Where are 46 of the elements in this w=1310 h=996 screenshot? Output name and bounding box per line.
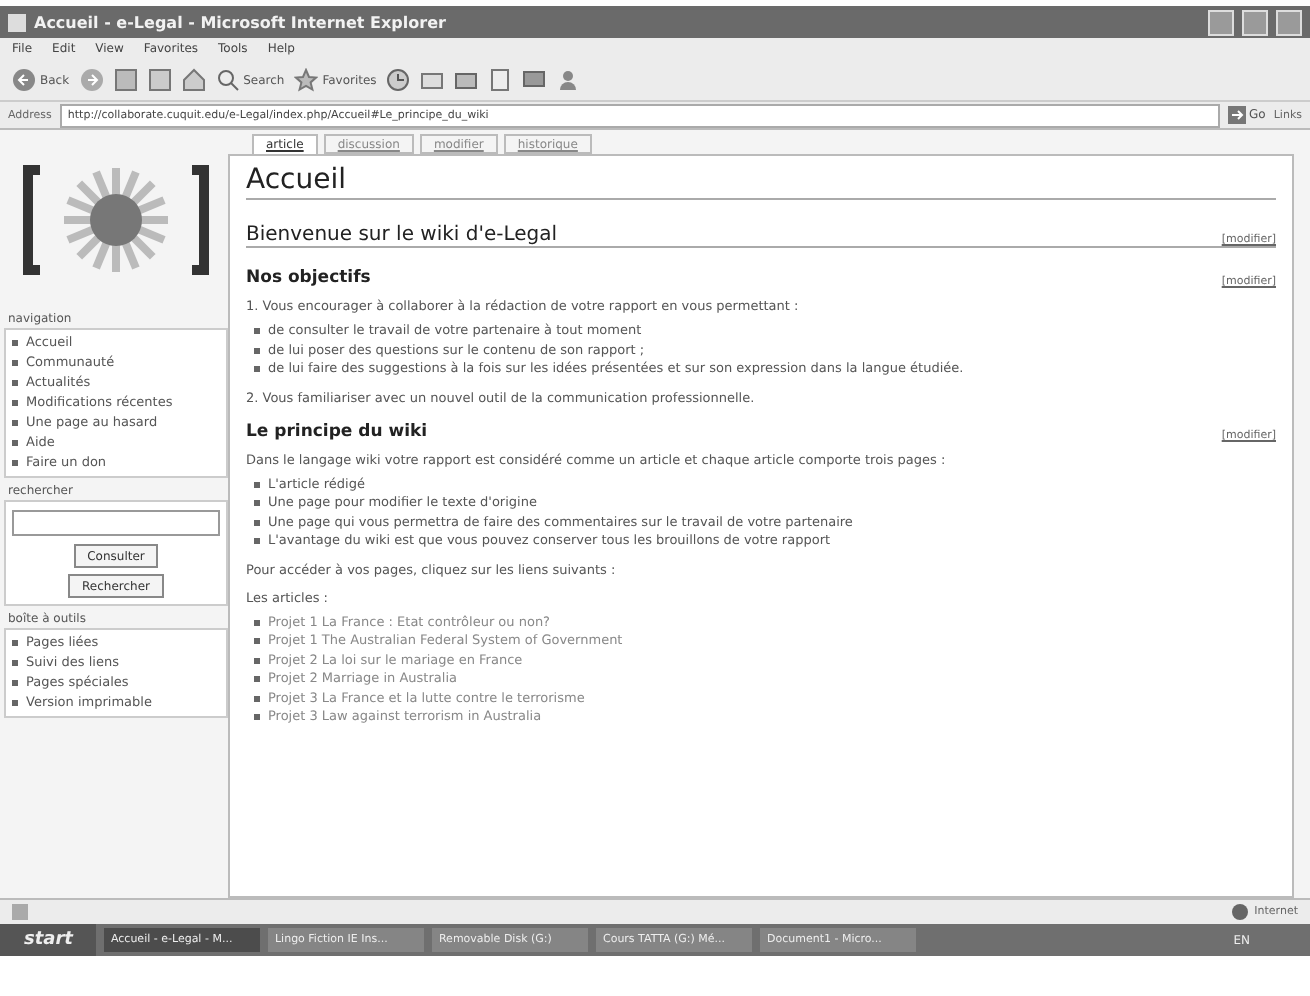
bullet-icon: [12, 460, 18, 466]
bullet-icon: [12, 380, 18, 386]
browser-icon: [8, 13, 26, 31]
bullet-icon: [254, 347, 260, 353]
page-title: Accueil: [246, 164, 1276, 200]
bullet-icon: [254, 714, 260, 720]
page-icon: [12, 904, 28, 920]
toolbar-button[interactable]: [386, 68, 411, 92]
bullet-icon: [254, 657, 260, 663]
bullet-icon: [254, 519, 260, 525]
bullet-icon: [12, 700, 18, 706]
bullet-icon: [12, 340, 18, 346]
bullet-icon: [12, 660, 18, 666]
clock-icon: [386, 68, 411, 92]
toolbar-button[interactable]: [556, 68, 581, 92]
bullet-icon: [254, 481, 260, 487]
section-heading: Nos objectifs: [246, 268, 371, 288]
bullet-icon: [254, 676, 260, 682]
section-heading: Bienvenue sur le wiki d'e-Legal: [246, 224, 558, 246]
minimize-button[interactable]: [1208, 9, 1234, 35]
section-heading: Le principe du wiki: [246, 421, 428, 441]
bullet-icon: [12, 420, 18, 426]
bullet-icon: [254, 695, 260, 701]
star-icon: [294, 68, 319, 92]
start-button[interactable]: start: [0, 924, 97, 956]
bullet-icon: [254, 619, 260, 625]
home-icon: [181, 68, 206, 92]
person-icon: [556, 68, 581, 92]
search-field[interactable]: [12, 510, 220, 536]
go-arrow-icon: [1227, 106, 1246, 124]
globe-icon: [1232, 904, 1249, 920]
close-button[interactable]: [1276, 9, 1302, 35]
bullet-icon: [12, 400, 18, 406]
bullet-icon: [254, 538, 260, 544]
toolbar-button[interactable]: [181, 68, 206, 92]
window-title: Accueil - e-Legal - Microsoft Internet Explorer: [34, 13, 448, 31]
bullet-icon: [254, 500, 260, 506]
search-icon: [215, 68, 240, 92]
bullet-icon: [254, 328, 260, 334]
bullet-icon: [254, 638, 260, 644]
bullet-icon: [12, 360, 18, 366]
bullet-icon: [12, 680, 18, 686]
bullet-icon: [254, 366, 260, 372]
maximize-button[interactable]: [1242, 9, 1268, 35]
bullet-icon: [12, 640, 18, 646]
bullet-icon: [12, 440, 18, 446]
